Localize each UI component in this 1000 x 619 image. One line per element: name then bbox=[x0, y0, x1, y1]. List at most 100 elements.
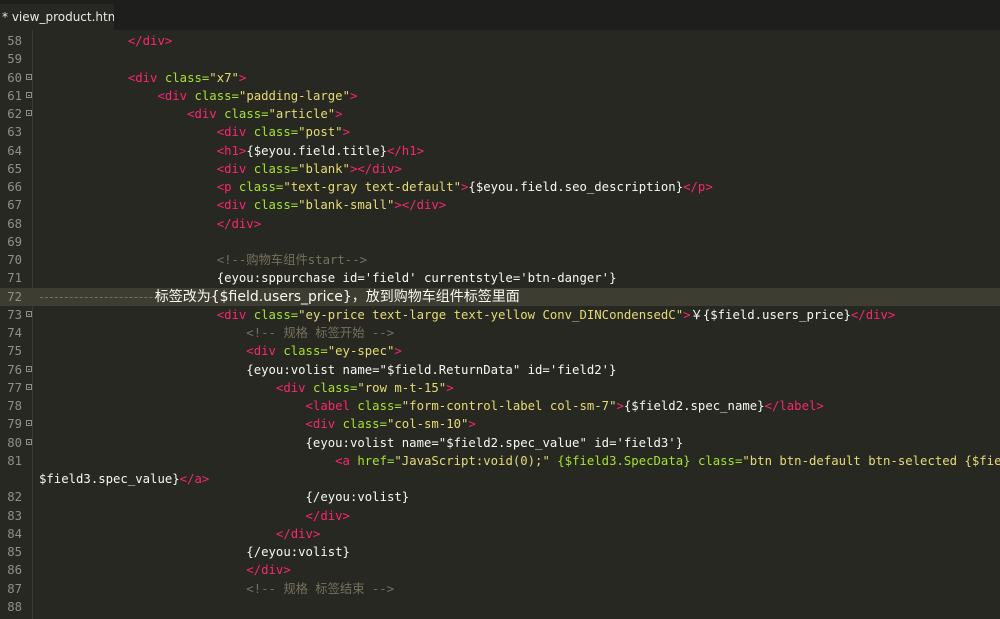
code-line[interactable]: 64 <h1>{$eyou.field.title}</h1> bbox=[0, 142, 1000, 160]
code-token: > bbox=[394, 344, 402, 359]
line-number: 75 bbox=[7, 344, 22, 359]
code-line[interactable]: 58 </div> bbox=[0, 32, 1000, 50]
code-token: $field3.spec_value} bbox=[39, 472, 180, 486]
code-token: </h1> bbox=[386, 143, 425, 158]
code-line[interactable]: 74 <!-- 规格 标签开始 --> bbox=[0, 324, 1000, 342]
line-number: 58 bbox=[7, 34, 22, 48]
fold-toggle-icon[interactable] bbox=[26, 310, 32, 317]
code-token: {$eyou.field.seo_description} bbox=[468, 180, 684, 194]
code-line[interactable]: 69 bbox=[0, 233, 1000, 251]
code-line[interactable]: 71 {eyou:sppurchase id='field' currentst… bbox=[0, 269, 1000, 287]
code-line[interactable]: 68 </div> bbox=[0, 215, 1000, 233]
fold-toggle-icon[interactable] bbox=[26, 383, 32, 390]
code-line[interactable]: 80 {eyou:volist name="$field2.spec_value… bbox=[0, 434, 1000, 452]
fold-toggle-icon[interactable] bbox=[26, 438, 32, 445]
code-line[interactable]: 59 bbox=[0, 50, 1000, 68]
code-token: </div> bbox=[850, 307, 896, 322]
code-text: <div class="padding-large"> bbox=[39, 87, 357, 105]
code-line[interactable]: 84 </div> bbox=[0, 525, 1000, 543]
code-line[interactable]: 76 {eyou:volist name="$field.ReturnData"… bbox=[0, 361, 1000, 379]
code-text: {/eyou:volist} bbox=[39, 488, 410, 506]
code-line[interactable]: 81 <a href="JavaScript:void(0);" {$field… bbox=[0, 452, 1000, 470]
line-number: 76 bbox=[7, 362, 22, 377]
fold-toggle-icon[interactable] bbox=[26, 73, 32, 80]
code-line[interactable]: 85 {/eyou:volist} bbox=[0, 543, 1000, 561]
line-number: 87 bbox=[7, 581, 22, 596]
code-text: <div class="article"> bbox=[39, 105, 343, 123]
code-token: class= bbox=[253, 307, 299, 322]
code-line[interactable]: 86 </div> bbox=[0, 561, 1000, 579]
code-token: "form-control-label col-sm-7" bbox=[401, 399, 617, 413]
line-number: 88 bbox=[7, 599, 22, 614]
code-line[interactable]: 67 <div class="blank-small"></div> bbox=[0, 196, 1000, 214]
tab-view-product[interactable]: * view_product.htm bbox=[0, 4, 114, 30]
code-line[interactable]: 83 </div> bbox=[0, 507, 1000, 525]
code-token: > bbox=[342, 125, 350, 140]
line-number: 61 bbox=[7, 88, 22, 103]
code-token: <!-- 规格 标签开始 --> bbox=[246, 326, 395, 340]
code-token: {$field2.spec_name} bbox=[623, 399, 765, 413]
code-text: <!-- 规格 标签结束 --> bbox=[39, 580, 394, 598]
code-token: "ey-price text-large text-yellow Conv_DI… bbox=[298, 307, 684, 322]
code-token: "btn btn-default btn-selected {$field3.S bbox=[742, 453, 1000, 468]
code-token: <!-- 规格 标签结束 --> bbox=[246, 581, 395, 596]
code-line[interactable]: 77 <div class="row m-t-15"> bbox=[0, 379, 1000, 397]
code-text: <p class="text-gray text-default">{$eyou… bbox=[39, 178, 713, 196]
code-text: 标签改为{$field.users_price}，放到购物车组件标签里面 bbox=[39, 288, 520, 306]
line-number: 59 bbox=[7, 52, 22, 67]
code-token: href= bbox=[357, 453, 395, 468]
code-text: {eyou:sppurchase id='field' currentstyle… bbox=[39, 269, 617, 287]
code-line[interactable]: 66 <p class="text-gray text-default">{$e… bbox=[0, 178, 1000, 196]
code-token: {$field3.SpecData} bbox=[557, 453, 698, 468]
code-line[interactable]: 78 <label class="form-control-label col-… bbox=[0, 397, 1000, 415]
code-text: <label class="form-control-label col-sm-… bbox=[39, 397, 824, 415]
code-line[interactable]: 62 <div class="article"> bbox=[0, 105, 1000, 123]
code-line[interactable]: 70 <!--购物车组件start--> bbox=[0, 251, 1000, 269]
code-token: <div bbox=[305, 417, 343, 432]
code-token: <label bbox=[305, 399, 358, 413]
code-line[interactable]: 60 <div class="x7"> bbox=[0, 69, 1000, 87]
code-line[interactable]: 63 <div class="post"> bbox=[0, 123, 1000, 141]
code-text: <div class="blank"></div> bbox=[39, 160, 402, 178]
code-token: {eyou:volist name="$field.ReturnData" id… bbox=[246, 362, 617, 377]
code-token: > bbox=[616, 399, 624, 413]
code-line[interactable]: 87 <!-- 规格 标签结束 --> bbox=[0, 580, 1000, 598]
code-token: > bbox=[468, 417, 476, 432]
code-token: <a bbox=[335, 453, 358, 468]
line-number: 60 bbox=[7, 70, 22, 85]
code-text: <a href="JavaScript:void(0);" {$field3.S… bbox=[39, 452, 1000, 470]
code-line[interactable]: 65 <div class="blank"></div> bbox=[0, 160, 1000, 178]
code-token: "padding-large" bbox=[238, 88, 350, 103]
code-token: </div> bbox=[275, 526, 321, 541]
code-line[interactable]: 79 <div class="col-sm-10"> bbox=[0, 415, 1000, 433]
line-number: 66 bbox=[7, 180, 22, 194]
annotation-line[interactable]: 72 标签改为{$field.users_price}，放到购物车组件标签里面 bbox=[0, 287, 1000, 306]
fold-toggle-icon[interactable] bbox=[26, 365, 32, 372]
fold-toggle-icon[interactable] bbox=[26, 420, 32, 427]
code-token: </div> bbox=[305, 508, 350, 523]
line-number: 70 bbox=[7, 253, 22, 267]
code-token: </div> bbox=[216, 216, 262, 231]
code-token: <div bbox=[216, 198, 254, 213]
code-line[interactable]: 82 {/eyou:volist} bbox=[0, 488, 1000, 506]
line-number: 78 bbox=[7, 399, 22, 413]
code-line[interactable]: $field3.spec_value}</a> bbox=[0, 470, 1000, 488]
code-text: {/eyou:volist} bbox=[39, 543, 350, 561]
code-editor[interactable]: 58 </div> 59 60 <div class="x7"> 61 <div cl… bbox=[0, 30, 1000, 619]
code-line[interactable]: 88 bbox=[0, 598, 1000, 616]
line-number: 65 bbox=[7, 161, 22, 176]
code-line[interactable]: 73 <div class="ey-price text-large text-… bbox=[0, 306, 1000, 324]
code-token: class= bbox=[238, 180, 284, 194]
fold-toggle-icon[interactable] bbox=[26, 91, 32, 98]
code-token: 标签改为{$field.users_price}，放到购物车组件标签里面 bbox=[39, 288, 520, 305]
code-text: </div> bbox=[39, 215, 261, 233]
code-text: <!--购物车组件start--> bbox=[39, 251, 367, 269]
code-token: "x7" bbox=[209, 70, 239, 85]
code-token: "ey-spec" bbox=[327, 344, 395, 359]
code-line[interactable]: 75 <div class="ey-spec"> bbox=[0, 342, 1000, 360]
code-token: {/eyou:volist} bbox=[305, 490, 410, 505]
code-text: </div> bbox=[39, 525, 320, 543]
fold-toggle-icon[interactable] bbox=[26, 110, 32, 116]
code-token: {eyou:volist name="$field2.spec_value" i… bbox=[305, 435, 684, 450]
code-line[interactable]: 61 <div class="padding-large"> bbox=[0, 87, 1000, 105]
